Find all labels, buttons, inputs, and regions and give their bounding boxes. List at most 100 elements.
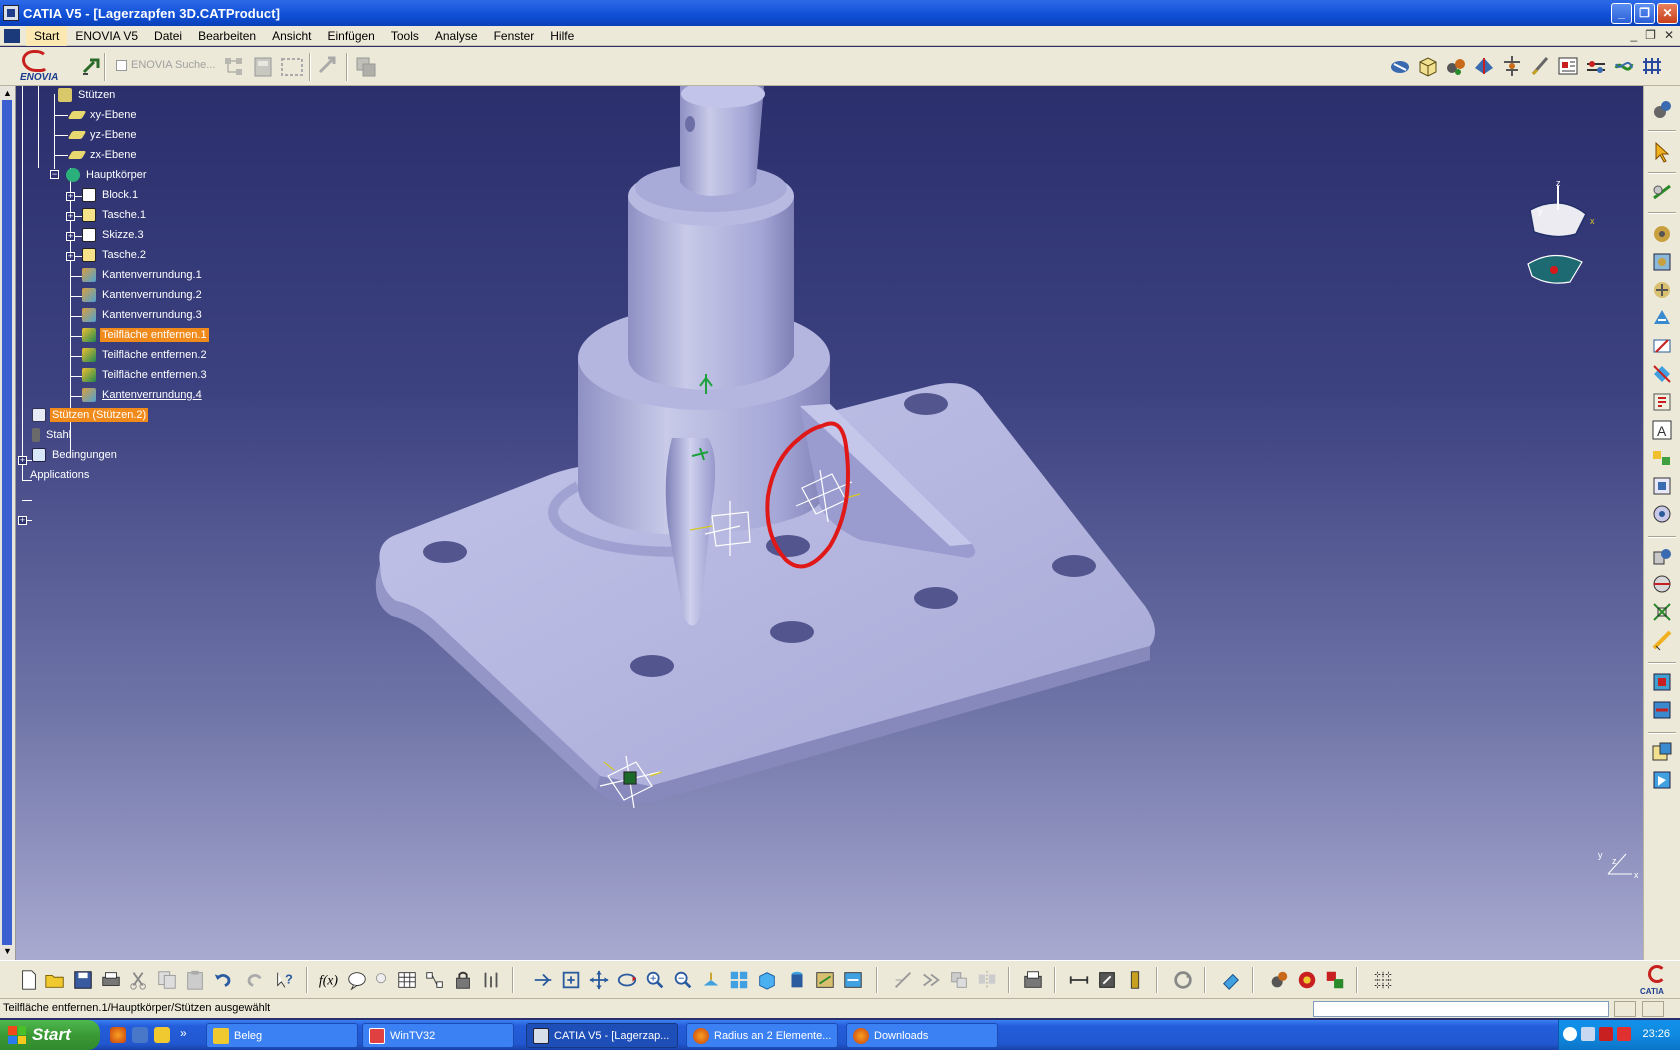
reload-icon[interactable] bbox=[1172, 969, 1194, 991]
lamp-icon[interactable] bbox=[370, 969, 392, 991]
enovia-logo[interactable]: ENOVIA bbox=[16, 50, 70, 84]
menu-analyse[interactable]: Analyse bbox=[427, 26, 486, 46]
tasche2-expand-toggle[interactable]: + bbox=[66, 252, 75, 261]
block1-expand-toggle[interactable]: + bbox=[66, 192, 75, 201]
tray-network-icon[interactable] bbox=[1581, 1027, 1595, 1041]
tree-node-hauptkoerper[interactable]: Hauptkörper bbox=[66, 166, 149, 184]
split-icon[interactable] bbox=[892, 969, 914, 991]
cut-icon[interactable] bbox=[128, 969, 150, 991]
generate-numbering-icon[interactable] bbox=[1556, 54, 1580, 78]
zoom-out-icon[interactable] bbox=[672, 969, 694, 991]
existing-component-icon[interactable] bbox=[1472, 54, 1496, 78]
simulation-icon[interactable] bbox=[1296, 969, 1318, 991]
enovia-search-checkbox[interactable] bbox=[116, 59, 127, 71]
doc-restore-button[interactable]: ❐ bbox=[1645, 28, 1656, 42]
distance-analysis-icon[interactable] bbox=[1650, 600, 1674, 624]
zoom-in-icon[interactable] bbox=[644, 969, 666, 991]
tray-zonealarm-icon[interactable] bbox=[1599, 1027, 1613, 1041]
tree-node-stuetzen[interactable]: Stützen bbox=[58, 86, 117, 104]
scissors-analysis-icon[interactable] bbox=[920, 969, 942, 991]
tree-node-skizze3[interactable]: Skizze.3 bbox=[82, 226, 146, 244]
catalog-icon[interactable] bbox=[1650, 670, 1674, 694]
constraint-coincidence-icon[interactable] bbox=[1650, 180, 1674, 204]
scroll-up-icon[interactable]: ▲ bbox=[1, 87, 14, 100]
graph-icon[interactable] bbox=[424, 969, 446, 991]
fast-multi-instantiation-icon[interactable] bbox=[1584, 54, 1608, 78]
reuse-pattern-icon[interactable] bbox=[1650, 446, 1674, 470]
bedingungen-expand-toggle[interactable]: + bbox=[18, 516, 27, 525]
tree-node-teilflaeche-entfernen1[interactable]: Teilfläche entfernen.1 bbox=[82, 326, 209, 344]
tree-scrollbar[interactable]: ▲ ▼ bbox=[0, 86, 16, 960]
tree-node-stahl[interactable]: Stahl bbox=[32, 426, 73, 444]
enovia-refresh-icon[interactable] bbox=[316, 54, 340, 78]
catia-app-icon[interactable] bbox=[3, 5, 19, 21]
3d-viewport[interactable]: z y x y z x ▲ ▼ − + + + + + + Stützen xy… bbox=[0, 86, 1643, 960]
tree-node-teilflaeche-entfernen2[interactable]: Teilfläche entfernen.2 bbox=[82, 346, 209, 364]
normal-view-icon[interactable] bbox=[700, 969, 722, 991]
quicklaunch-firefox-icon[interactable] bbox=[110, 1027, 126, 1043]
menu-ansicht[interactable]: Ansicht bbox=[264, 26, 319, 46]
menu-enovia[interactable]: ENOVIA V5 bbox=[67, 26, 146, 46]
knowledge-advisor-icon[interactable] bbox=[346, 969, 368, 991]
contact-constraint-icon[interactable] bbox=[1650, 222, 1674, 246]
tree-node-kantenverrundung1[interactable]: Kantenverrundung.1 bbox=[82, 266, 204, 284]
quicklaunch-overflow-icon[interactable]: » bbox=[180, 1026, 187, 1040]
compass-widget[interactable]: z y x bbox=[1527, 178, 1595, 284]
lock-icon[interactable] bbox=[452, 969, 474, 991]
doc-minimize-button[interactable]: _ bbox=[1630, 28, 1637, 42]
tree-node-block1[interactable]: Block.1 bbox=[82, 186, 140, 204]
parameter-icon[interactable] bbox=[480, 969, 502, 991]
task-downloads[interactable]: Downloads bbox=[846, 1023, 998, 1048]
fit-all-icon[interactable] bbox=[560, 969, 582, 991]
task-beleg[interactable]: Beleg bbox=[206, 1023, 358, 1048]
tree-node-xy-ebene[interactable]: xy-Ebene bbox=[67, 106, 138, 124]
angle-constraint-icon[interactable] bbox=[1650, 278, 1674, 302]
tree-node-stuetzen-2[interactable]: Stützen (Stützen.2) bbox=[32, 406, 149, 424]
product-structure-icon[interactable] bbox=[1650, 740, 1674, 764]
menu-einfuegen[interactable]: Einfügen bbox=[319, 26, 382, 46]
fix-together-icon[interactable] bbox=[1650, 334, 1674, 358]
hide-show-icon[interactable] bbox=[814, 969, 836, 991]
enovia-tree-icon[interactable] bbox=[222, 55, 246, 79]
iso-view-icon[interactable] bbox=[756, 969, 778, 991]
manipulation-compass-icon[interactable] bbox=[1650, 502, 1674, 526]
menu-tools[interactable]: Tools bbox=[383, 26, 427, 46]
enovia-save-icon[interactable] bbox=[252, 55, 276, 79]
close-button[interactable]: ✕ bbox=[1657, 3, 1678, 24]
graph-tree-reorder-icon[interactable] bbox=[1528, 54, 1552, 78]
new-file-icon[interactable] bbox=[18, 969, 40, 991]
measure-item-icon[interactable] bbox=[1096, 969, 1118, 991]
catalog-browser-icon[interactable] bbox=[1268, 969, 1290, 991]
scenes-icon[interactable] bbox=[1650, 768, 1674, 792]
open-folder-icon[interactable] bbox=[44, 969, 66, 991]
tree-node-kantenverrundung2[interactable]: Kantenverrundung.2 bbox=[82, 286, 204, 304]
power-input-field[interactable] bbox=[1313, 1001, 1609, 1017]
tree-node-bedingungen[interactable]: Bedingungen bbox=[32, 446, 119, 464]
tree-node-zx-ebene[interactable]: zx-Ebene bbox=[67, 146, 138, 164]
tree-node-tasche1[interactable]: Tasche.1 bbox=[82, 206, 148, 224]
task-wintv32[interactable]: WinTV32 bbox=[362, 1023, 514, 1048]
table-icon[interactable] bbox=[396, 969, 418, 991]
shading-icon[interactable] bbox=[786, 969, 808, 991]
clash-icon[interactable] bbox=[1324, 969, 1346, 991]
tree-node-tasche2[interactable]: Tasche.2 bbox=[82, 246, 148, 264]
enovia-window-icon[interactable] bbox=[354, 55, 378, 79]
print-icon[interactable] bbox=[100, 969, 122, 991]
save-icon[interactable] bbox=[72, 969, 94, 991]
stuetzen2-expand-toggle[interactable]: + bbox=[18, 456, 27, 465]
copy-icon[interactable] bbox=[156, 969, 178, 991]
symmetry-icon[interactable] bbox=[976, 969, 998, 991]
grid-icon[interactable] bbox=[1372, 969, 1394, 991]
bill-of-material-icon[interactable] bbox=[1650, 698, 1674, 722]
undo-icon[interactable] bbox=[212, 969, 234, 991]
tree-node-kantenverrundung4[interactable]: Kantenverrundung.4 bbox=[82, 386, 204, 404]
start-button[interactable]: Start bbox=[0, 1020, 100, 1050]
multi-view-icon[interactable] bbox=[728, 969, 750, 991]
offset-constraint-icon[interactable] bbox=[1650, 250, 1674, 274]
update-icon[interactable] bbox=[1650, 98, 1674, 122]
enovia-connect-icon[interactable] bbox=[80, 54, 104, 78]
new-part-icon[interactable] bbox=[1444, 54, 1468, 78]
minimize-button[interactable]: _ bbox=[1611, 3, 1632, 24]
status-button-2[interactable] bbox=[1642, 1001, 1664, 1017]
flexible-subassembly-icon[interactable] bbox=[1650, 390, 1674, 414]
